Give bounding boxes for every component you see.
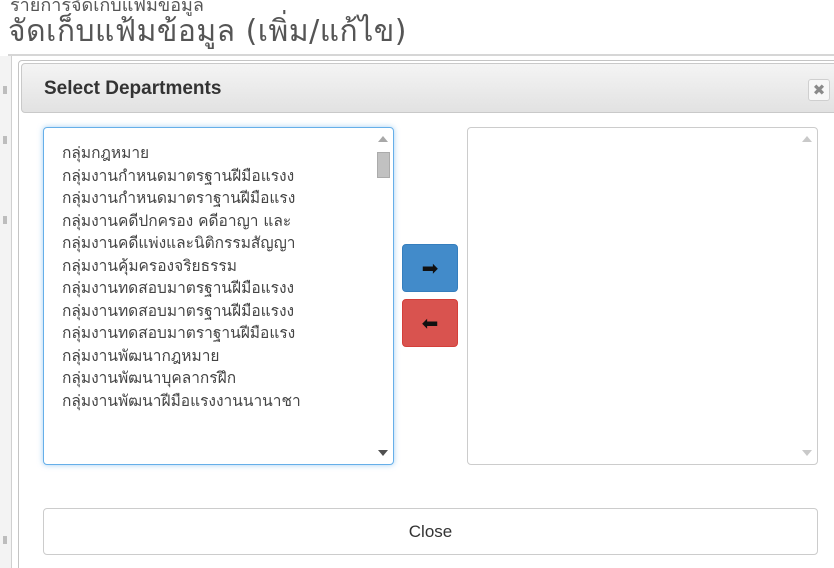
background-sidebar-mark bbox=[3, 136, 7, 144]
selected-list-scrollbar[interactable] bbox=[799, 130, 815, 462]
background-sidebar-mark bbox=[3, 86, 7, 94]
arrow-right-icon: ➡ bbox=[421, 256, 439, 280]
available-list-scrollbar[interactable] bbox=[375, 130, 391, 462]
department-option[interactable]: กลุ่มงานคดีปกครอง คดีอาญา และ bbox=[62, 210, 362, 233]
page: รายการจัดเก็บแฟ้มข้อมูล จัดเก็บแฟ้มข้อมู… bbox=[0, 0, 834, 568]
selected-departments-list[interactable] bbox=[467, 127, 818, 465]
scroll-up-arrow-icon[interactable] bbox=[802, 136, 812, 142]
department-option[interactable]: กลุ่มกฎหมาย bbox=[62, 142, 362, 165]
background-sidebar-mark bbox=[3, 216, 7, 224]
scroll-up-arrow-icon[interactable] bbox=[378, 136, 388, 142]
department-option[interactable]: กลุ่มงานทดสอบมาตราฐานฝีมือแรง bbox=[62, 322, 362, 345]
move-left-button[interactable]: ⬅ bbox=[402, 299, 458, 347]
close-icon[interactable]: ✖ bbox=[808, 79, 830, 101]
dialog-titlebar: Select Departments ✖ bbox=[21, 63, 834, 113]
department-option[interactable]: กลุ่มงานพัฒนากฎหมาย bbox=[62, 345, 362, 368]
available-departments-options: กลุ่มกฎหมาย กลุ่มงานกำหนดมาตรฐานฝีมือแรงง… bbox=[62, 142, 362, 412]
background-sidebar bbox=[0, 56, 12, 568]
background-divider bbox=[8, 54, 834, 56]
department-option[interactable]: กลุ่มงานพัฒนาบุคลากรฝึก bbox=[62, 367, 362, 390]
available-departments-list[interactable]: กลุ่มกฎหมาย กลุ่มงานกำหนดมาตรฐานฝีมือแรงง… bbox=[43, 127, 394, 465]
close-button[interactable]: Close bbox=[43, 508, 818, 555]
department-option[interactable]: กลุ่มงานทดสอบมาตรฐานฝีมือแรงง bbox=[62, 277, 362, 300]
scrollbar-thumb[interactable] bbox=[377, 152, 390, 178]
department-option[interactable]: กลุ่มงานทดสอบมาตรฐานฝีมือแรงง bbox=[62, 300, 362, 323]
arrow-left-icon: ⬅ bbox=[421, 311, 439, 335]
select-departments-dialog: Select Departments ✖ กลุ่มกฎหมาย กลุ่มงาน… bbox=[18, 60, 834, 568]
department-option[interactable]: กลุ่มงานกำหนดมาตรฐานฝีมือแรงง bbox=[62, 165, 362, 188]
background-page-title: จัดเก็บแฟ้มข้อมูล (เพิ่ม/แก้ไข) bbox=[8, 14, 408, 49]
department-option[interactable]: กลุ่มงานพัฒนาฝีมือแรงงานนานาชา bbox=[62, 390, 362, 413]
move-right-button[interactable]: ➡ bbox=[402, 244, 458, 292]
department-option[interactable]: กลุ่มงานคดีแพ่งและนิติกรรมสัญญา bbox=[62, 232, 362, 255]
dialog-title: Select Departments bbox=[44, 78, 222, 99]
department-option[interactable]: กลุ่มงานคุ้มครองจริยธรรม bbox=[62, 255, 362, 278]
scroll-down-arrow-icon[interactable] bbox=[802, 450, 812, 456]
background-sidebar-mark bbox=[3, 536, 7, 544]
department-option[interactable]: กลุ่มงานกำหนดมาตราฐานฝีมือแรง bbox=[62, 187, 362, 210]
scroll-down-arrow-icon[interactable] bbox=[378, 450, 388, 456]
